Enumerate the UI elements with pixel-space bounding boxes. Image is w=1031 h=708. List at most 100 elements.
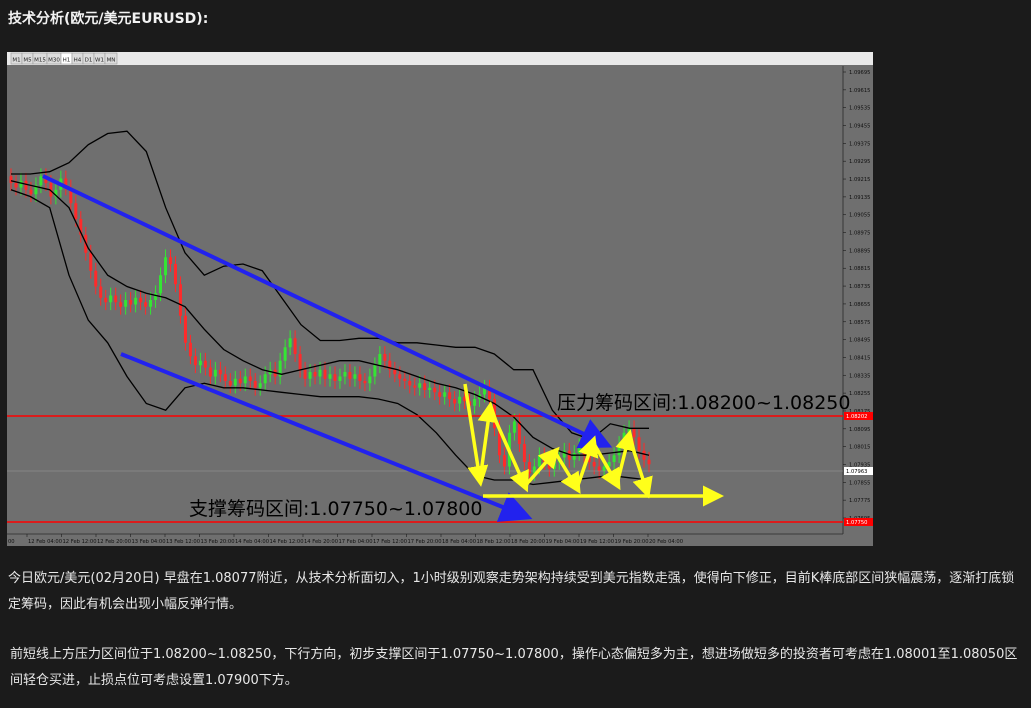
candle-body (223, 374, 227, 381)
candle-body (129, 300, 133, 305)
candle-body (164, 257, 168, 276)
candle-body (149, 300, 153, 307)
timeframe-label-m1[interactable]: M1 (12, 58, 20, 64)
y-tick-label: 1.09535 (849, 106, 870, 112)
y-tick-label: 1.09455 (849, 124, 870, 130)
candle-body (313, 372, 317, 377)
x-tick-label: 17 Feb 12:00 (373, 539, 407, 545)
candle-body (333, 374, 337, 381)
candle-body (298, 354, 302, 370)
candle-body (473, 399, 477, 406)
x-tick-label: 14 Feb 12:00 (270, 539, 304, 545)
timeframe-label-h4[interactable]: H4 (74, 58, 82, 64)
x-tick-label: 17 Feb 04:00 (339, 539, 373, 545)
candle-body (617, 444, 621, 456)
candle-body (233, 378, 237, 386)
candle-body (154, 293, 158, 300)
x-tick-label: 13 Feb 04:00 (132, 539, 166, 545)
timeframe-label-d1[interactable]: D1 (85, 58, 93, 64)
x-tick-label: 18 Feb 20:00 (511, 539, 545, 545)
y-tick-label: 1.09055 (849, 213, 870, 219)
candle-body (99, 286, 103, 298)
analysis-paragraph-2: 前短线上方压力区间位于1.08200~1.08250，下行方向，初步支撑区间于1… (10, 647, 1018, 688)
candle-body (343, 372, 347, 377)
x-tick-label: 12 Feb 04:00 (28, 539, 62, 545)
x-tick-label: 19 Feb 12:00 (580, 539, 614, 545)
candle-body (537, 455, 541, 467)
candle-body (502, 455, 506, 467)
candle-body (253, 381, 257, 388)
candle-body (144, 302, 148, 307)
candle-body (637, 437, 641, 451)
candle-body (159, 275, 163, 294)
y-tick-label: 1.08735 (849, 284, 870, 290)
candle-body (169, 257, 172, 264)
candle-body (428, 387, 432, 390)
timeframe-label-m30[interactable]: M30 (48, 58, 60, 64)
candle-body (632, 428, 636, 438)
timeframe-label-m5[interactable]: M5 (23, 58, 32, 64)
candle-body (243, 376, 247, 384)
candle-body (418, 383, 422, 388)
candle-body (124, 300, 128, 307)
candle-body (173, 264, 177, 285)
x-tick-label: 14 Feb 04:00 (235, 539, 269, 545)
candle-body (89, 252, 93, 271)
timeframe-label-w1[interactable]: W1 (95, 58, 104, 64)
support-price-label: 1.07750 (846, 520, 867, 526)
candle-body (547, 462, 551, 469)
candle-body (448, 392, 452, 399)
candle-body (114, 295, 118, 303)
candle-body (24, 180, 28, 190)
candle-body (378, 354, 382, 366)
y-tick-label: 1.09135 (849, 195, 870, 201)
x-tick-label: 14 Feb 20:00 (304, 539, 338, 545)
current-price-label: 1.07963 (846, 469, 867, 475)
chart-canvas: M1 M5 M15 M30 H1 H4 D1 W1 MN 1.09695 1.09615 1.0953… (7, 52, 873, 546)
y-tick-label: 1.08655 (849, 302, 870, 308)
y-tick-label: 1.09615 (849, 88, 870, 94)
candle-body (228, 381, 232, 386)
y-tick-label: 1.08335 (849, 373, 870, 379)
candle-body (39, 176, 43, 186)
y-tick-label: 1.09695 (849, 70, 870, 76)
candle-body (522, 444, 526, 462)
candle-body (572, 453, 576, 460)
candle-body (283, 347, 287, 361)
candle-body (288, 338, 292, 348)
candle-body (338, 376, 342, 381)
y-tick-label: 1.08095 (849, 427, 870, 433)
x-tick-label: 20 Feb 04:00 (649, 539, 683, 545)
candle-body (258, 383, 262, 388)
candle-body (363, 381, 367, 384)
analysis-paragraph-1: 今日欧元/美元(02月20日) 早盘在1.08077附近，从技术分析面切入，1小… (8, 571, 1015, 612)
x-tick-label: 19 Feb 20:00 (615, 539, 649, 545)
candle-body (109, 295, 113, 303)
y-tick-label: 1.08415 (849, 355, 870, 361)
candle-body (433, 387, 437, 393)
candle-body (238, 378, 242, 384)
candle-body (527, 462, 531, 474)
y-tick-label: 1.09375 (849, 141, 870, 147)
candle-body (353, 374, 357, 379)
timeframe-label-m15[interactable]: M15 (34, 58, 46, 64)
candle-body (622, 432, 626, 444)
candle-body (94, 270, 98, 287)
candle-body (383, 354, 387, 361)
x-tick-label: 13 Feb 20:00 (201, 539, 235, 545)
candle-body (119, 302, 123, 307)
candle-body (453, 399, 457, 404)
price-chart: M1 M5 M15 M30 H1 H4 D1 W1 MN 1.09695 1.09615 1.0953… (7, 52, 873, 546)
timeframe-label-h1[interactable]: H1 (63, 58, 71, 64)
y-tick-label: 1.08015 (849, 445, 870, 451)
timeframe-label-mn[interactable]: MN (107, 58, 116, 64)
candle-body (328, 374, 332, 379)
candle-body (577, 446, 581, 453)
candle-body (592, 462, 596, 467)
x-tick-label: 12 Feb 12:00 (63, 539, 97, 545)
candle-body (318, 369, 322, 377)
candle-body (303, 369, 307, 379)
x-tick-label: 18 Feb 12:00 (477, 539, 511, 545)
candle-body (512, 421, 516, 433)
candle-body (104, 297, 108, 303)
